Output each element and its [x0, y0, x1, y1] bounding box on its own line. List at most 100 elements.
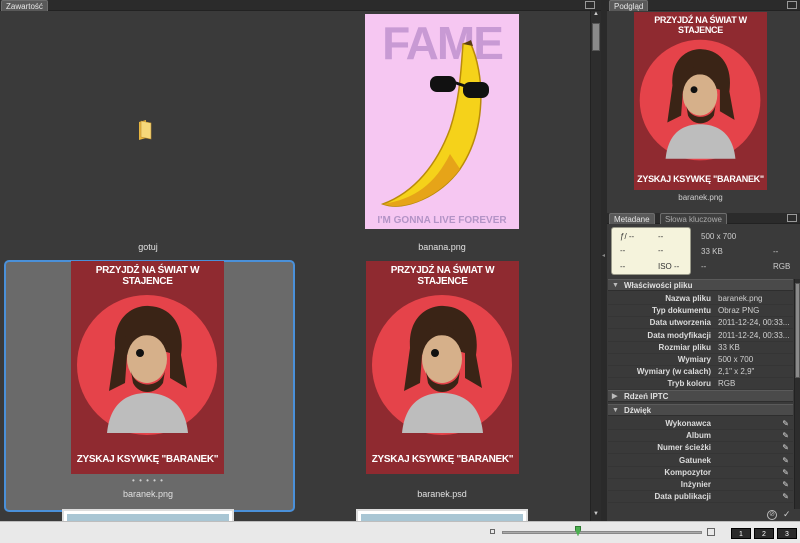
- metadata-key: Inżynier: [680, 480, 711, 489]
- pencil-icon[interactable]: ✎: [782, 455, 789, 467]
- scroll-down-icon[interactable]: ▼: [592, 511, 600, 519]
- metadata-key: Rozmiar pliku: [658, 342, 711, 352]
- thumbnail-baranek-psd[interactable]: PRZYJDŹ NA ŚWIAT W STAJENCE ZYSKAJ KSYWK…: [366, 261, 519, 474]
- item-caption-baranek-psd[interactable]: baranek.psd: [332, 489, 552, 499]
- metadata-key: Album: [686, 431, 711, 441]
- tab-content[interactable]: Zawartość: [1, 0, 48, 11]
- section-title: Dźwięk: [624, 406, 652, 415]
- content-scrollbar[interactable]: ▲ ▼: [590, 11, 601, 521]
- scrollbar-thumb[interactable]: [592, 23, 600, 51]
- tab-preview[interactable]: Podgląd: [609, 0, 649, 11]
- view-mode-3-button[interactable]: 3: [777, 528, 797, 539]
- audio-row[interactable]: Inżynier ✎: [608, 479, 793, 491]
- preview-menu-icon[interactable]: [787, 1, 797, 9]
- item-caption-gotuj[interactable]: gotuj: [38, 242, 258, 252]
- zoom-in-icon[interactable]: [707, 528, 715, 536]
- metadata-row[interactable]: Data utworzenia 2011-12-24, 00:33...: [608, 317, 793, 330]
- metadata-row[interactable]: Nazwa pliku baranek.png: [608, 293, 793, 305]
- pencil-icon[interactable]: ✎: [782, 491, 789, 503]
- poster-top-text: PRZYJDŹ NA ŚWIAT W STAJENCE: [95, 265, 200, 287]
- audio-row[interactable]: Wykonawca ✎: [608, 418, 793, 430]
- metadata-scrollbar-thumb[interactable]: [795, 283, 800, 378]
- section-iptc[interactable]: ▶ Rdzeń IPTC: [608, 390, 793, 402]
- section-title: Rdzeń IPTC: [624, 392, 669, 401]
- character-portrait-icon: [77, 295, 217, 435]
- shutter-value: --: [658, 232, 664, 241]
- audio-row[interactable]: Gatunek ✎: [608, 455, 793, 467]
- summary-field: --: [701, 262, 707, 271]
- tab-metadata[interactable]: Metadane: [609, 213, 655, 224]
- poster-top-text: PRZYJDŹ NA ŚWIAT W STAJENCE: [390, 265, 495, 287]
- fstop-value: ƒ/ --: [620, 232, 635, 241]
- metadata-value: 500 x 700: [718, 355, 754, 364]
- checkmark-icon[interactable]: ✓: [783, 509, 791, 520]
- preview-image[interactable]: PRZYJDŹ NA ŚWIAT W STAJENCE ZYSKAJ KSYWK…: [634, 12, 767, 190]
- right-panel: Podgląd PRZYJDŹ NA ŚWIAT W STAJENCE ZYSK…: [607, 0, 800, 521]
- pencil-icon[interactable]: ✎: [782, 430, 789, 442]
- metadata-key: Gatunek: [678, 455, 711, 465]
- metadata-key: Kompozytor: [664, 467, 711, 477]
- audio-row[interactable]: Numer ścieżki ✎: [608, 442, 793, 455]
- pencil-icon[interactable]: ✎: [782, 467, 789, 479]
- summary-dimensions: 500 x 700: [701, 232, 737, 241]
- metadata-menu-icon[interactable]: [787, 214, 797, 222]
- triangle-down-icon: ▼: [612, 282, 619, 289]
- camera-field: --: [658, 246, 664, 255]
- metadata-row[interactable]: Rozmiar pliku 33 KB: [608, 342, 793, 354]
- thumbnail-partial[interactable]: [62, 509, 234, 521]
- triangle-down-icon: ▼: [612, 407, 619, 414]
- metadata-scrollbar[interactable]: [794, 279, 800, 509]
- camera-field: --: [620, 246, 626, 255]
- pencil-icon[interactable]: ✎: [782, 418, 789, 430]
- content-grid: gotuj FAME I'M GONNA LIVE FOREVER banana…: [0, 11, 590, 521]
- zoom-slider-thumb[interactable]: [575, 526, 581, 536]
- no-icon[interactable]: ⊘: [767, 510, 777, 520]
- folder-icon[interactable]: [137, 119, 153, 141]
- preview-poster-bottom: ZYSKAJ KSYWKĘ "BARANEK": [637, 174, 764, 184]
- divider-grip-icon[interactable]: ◂: [602, 252, 606, 266]
- section-audio[interactable]: ▼ Dźwięk: [608, 404, 793, 416]
- metadata-row[interactable]: Tryb koloru RGB: [608, 378, 793, 391]
- thumbnail-partial[interactable]: [356, 509, 528, 521]
- view-label: 3: [785, 531, 789, 538]
- metadata-value: Obraz PNG: [718, 306, 760, 316]
- rating-stars[interactable]: • • • • •: [108, 476, 188, 485]
- thumbnail-banana[interactable]: FAME I'M GONNA LIVE FOREVER: [365, 14, 519, 229]
- metadata-key: Wymiary: [677, 355, 711, 364]
- tab-keywords[interactable]: Słowa kluczowe: [660, 213, 727, 224]
- pencil-icon[interactable]: ✎: [782, 479, 789, 491]
- poster-bottom-text: ZYSKAJ KSYWKĘ "BARANEK": [76, 454, 219, 465]
- view-mode-2-button[interactable]: 2: [754, 528, 774, 539]
- metadata-key: Nazwa pliku: [665, 294, 711, 303]
- zoom-out-icon[interactable]: [490, 529, 495, 534]
- scroll-up-icon[interactable]: ▲: [592, 11, 600, 19]
- view-mode-1-button[interactable]: 1: [731, 528, 751, 539]
- triangle-right-icon: ▶: [612, 393, 618, 400]
- zoom-slider-track[interactable]: [502, 531, 702, 534]
- metadata-key: Data modyfikacji: [647, 330, 711, 340]
- metadata-key: Data utworzenia: [649, 318, 711, 328]
- section-file-properties[interactable]: ▼ Właściwości pliku: [608, 279, 793, 291]
- audio-row[interactable]: Album ✎: [608, 430, 793, 443]
- metadata-row[interactable]: Wymiary (w calach) 2,1" x 2,9": [608, 366, 793, 379]
- view-label: 2: [762, 531, 766, 538]
- metadata-value: 2011-12-24, 00:33...: [718, 318, 790, 328]
- item-caption-baranek-png[interactable]: baranek.png: [38, 489, 258, 499]
- panel-menu-icon[interactable]: [585, 1, 595, 9]
- item-caption-banana[interactable]: banana.png: [332, 242, 552, 252]
- preview-filename: baranek.png: [678, 193, 723, 202]
- metadata-row[interactable]: Data modyfikacji 2011-12-24, 00:33...: [608, 330, 793, 342]
- audio-row[interactable]: Kompozytor ✎: [608, 467, 793, 479]
- character-portrait-icon: [372, 295, 512, 435]
- content-panel-header: [0, 0, 601, 11]
- section-title: Właściwości pliku: [624, 281, 693, 290]
- audio-row[interactable]: Data publikacji ✎: [608, 491, 793, 504]
- metadata-row[interactable]: Typ dokumentu Obraz PNG: [608, 305, 793, 318]
- metadata-key: Wymiary (w calach): [636, 367, 711, 377]
- pencil-icon[interactable]: ✎: [782, 442, 789, 454]
- iso-value: ISO --: [658, 262, 680, 271]
- view-label: 1: [739, 531, 743, 538]
- metadata-row[interactable]: Wymiary 500 x 700: [608, 354, 793, 366]
- metadata-key: Tryb koloru: [667, 379, 711, 389]
- thumbnail-baranek-png[interactable]: PRZYJDŹ NA ŚWIAT W STAJENCE ZYSKAJ KSYWK…: [71, 261, 224, 474]
